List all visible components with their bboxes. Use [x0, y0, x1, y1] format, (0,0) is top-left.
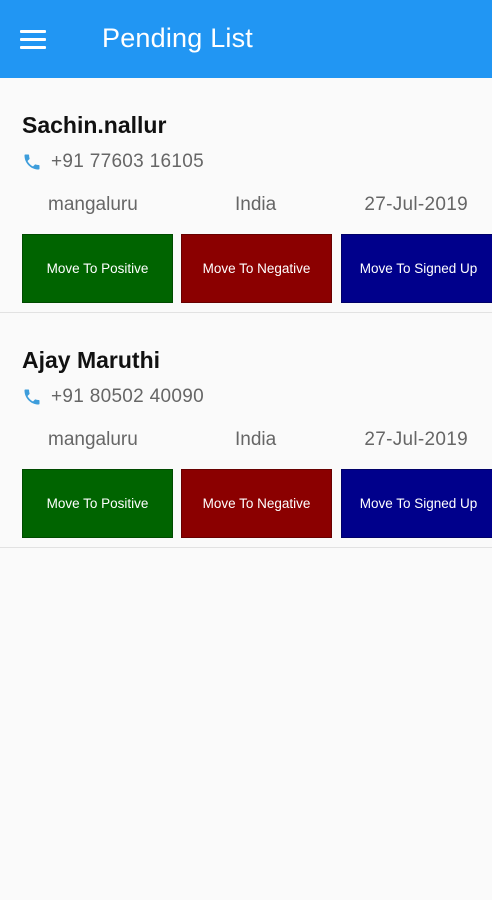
menu-line — [20, 45, 46, 49]
phone-number: +91 77603 16105 — [51, 151, 204, 172]
phone-number: +91 80502 40090 — [51, 386, 204, 407]
app-bar: Pending List — [0, 0, 492, 78]
lead-city: mangaluru — [48, 429, 138, 450]
move-to-negative-button[interactable]: Move To Negative — [181, 469, 332, 538]
lead-meta: mangaluru India 27-Jul-2019 — [0, 429, 492, 455]
lead-name: Ajay Maruthi — [22, 347, 161, 373]
lead-meta: mangaluru India 27-Jul-2019 — [0, 194, 492, 220]
pending-list: Sachin.nallur +91 77603 16105 mangaluru … — [0, 78, 492, 548]
lead-city: mangaluru — [48, 194, 138, 215]
lead-date: 27-Jul-2019 — [364, 194, 468, 215]
move-to-signed-up-button[interactable]: Move To Signed Up — [341, 469, 492, 538]
page-title: Pending List — [102, 23, 254, 53]
phone-icon — [24, 154, 40, 170]
hamburger-menu-icon[interactable] — [20, 22, 60, 56]
move-to-positive-button[interactable]: Move To Positive — [22, 234, 173, 303]
lead-country: India — [235, 194, 277, 215]
move-to-signed-up-button[interactable]: Move To Signed Up — [341, 234, 492, 303]
lead-country: India — [235, 429, 277, 450]
action-buttons: Move To Positive Move To Negative Move T… — [0, 234, 492, 304]
lead-card: Sachin.nallur +91 77603 16105 mangaluru … — [0, 78, 492, 313]
move-to-negative-button[interactable]: Move To Negative — [181, 234, 332, 303]
move-to-positive-button[interactable]: Move To Positive — [22, 469, 173, 538]
phone-link[interactable]: +91 77603 16105 — [22, 151, 204, 173]
lead-card: Ajay Maruthi +91 80502 40090 mangaluru I… — [0, 313, 492, 548]
lead-date: 27-Jul-2019 — [364, 429, 468, 450]
menu-line — [20, 29, 46, 33]
phone-icon — [24, 389, 40, 405]
menu-line — [20, 37, 46, 41]
phone-link[interactable]: +91 80502 40090 — [22, 386, 204, 408]
action-buttons: Move To Positive Move To Negative Move T… — [0, 469, 492, 539]
lead-name: Sachin.nallur — [22, 112, 167, 138]
